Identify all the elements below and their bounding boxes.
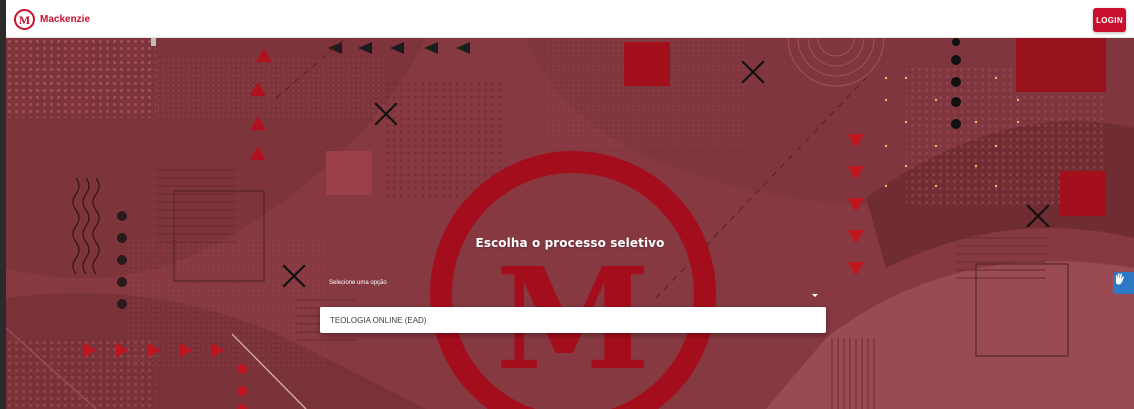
mackenzie-logo-icon: M	[14, 9, 35, 30]
select-options-list: TEOLOGIA ONLINE (EAD)	[320, 307, 826, 333]
select-label: Selecione uma opção	[329, 280, 387, 286]
hero-section: M Escolha o processo seletivo Selecione …	[6, 38, 1134, 409]
brand-name: Mackenzie	[40, 14, 91, 25]
hero-background-graphic: M	[6, 38, 1134, 409]
page-title: Escolha o processo seletivo	[475, 236, 665, 250]
brand-logo[interactable]: M Mackenzie	[14, 9, 90, 30]
option-teologia-online[interactable]: TEOLOGIA ONLINE (EAD)	[320, 307, 826, 333]
process-select[interactable]	[320, 292, 826, 308]
login-button[interactable]: LOGIN	[1093, 8, 1126, 32]
top-bar: M Mackenzie LOGIN	[6, 0, 1134, 38]
sign-language-icon[interactable]	[1113, 272, 1134, 294]
chevron-down-icon	[812, 294, 818, 297]
